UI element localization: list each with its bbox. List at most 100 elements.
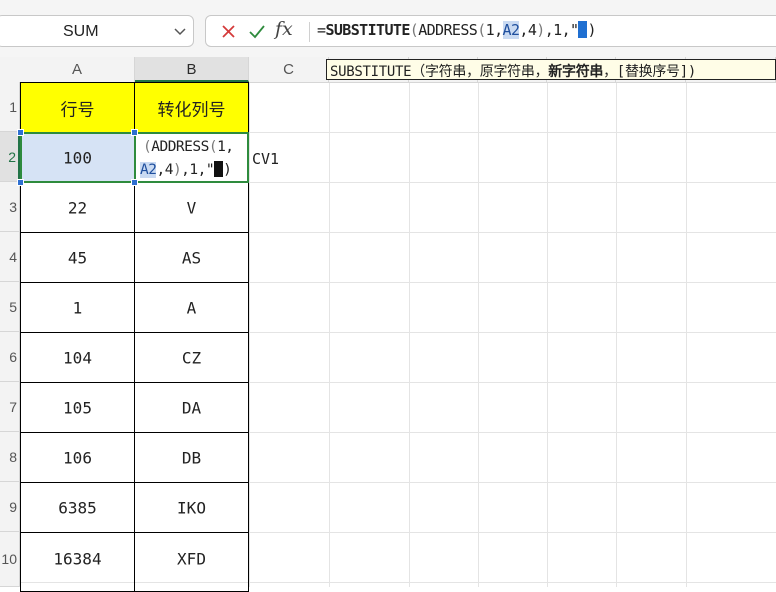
cell-b6[interactable]: CZ [134,332,249,383]
gridline [547,83,548,587]
cell-a10[interactable]: 16384 [20,532,135,592]
cell-b9[interactable]: IKO [134,482,249,533]
text-token: SUBSTITUTE [325,21,410,39]
cell-b5[interactable]: A [134,282,249,333]
cell-b1[interactable]: 转化列号 [134,82,249,133]
cell-a7[interactable]: 105 [20,382,135,433]
text-token: ,4 [156,162,173,178]
resize-handle[interactable] [17,179,24,186]
cell-a5-text: 1 [72,298,83,317]
text-token: ) [172,162,182,178]
text-token: A2 [502,21,520,39]
row-header-9[interactable]: 9 [0,482,20,532]
cell-a2-text: 100 [63,148,92,167]
row-header-7[interactable]: 7 [0,382,20,432]
gridline [478,83,479,587]
cell-b2-editor[interactable]: (ADDRESS(1, A2,4),1,") [134,132,249,183]
formula-bar-divider [309,22,310,42]
text-token: ADDRESS [418,21,478,39]
text-token: ( [477,21,486,39]
cell-a4-text: 45 [67,248,88,267]
resize-handle[interactable] [17,129,24,136]
name-box-value: SUM [63,23,99,40]
cell-a4[interactable]: 45 [20,232,135,283]
row-header-label: 9 [9,498,17,515]
cancel-icon[interactable] [218,21,240,43]
cell-b1-text: 转化列号 [157,100,226,120]
column-header-b[interactable]: B [135,57,249,82]
row-header-5[interactable]: 5 [0,282,20,332]
edit-line-1: (ADDRESS(1, [143,139,234,155]
row-header-8[interactable]: 8 [0,432,20,482]
cell-a8[interactable]: 106 [20,432,135,483]
cell-b8-text: DB [181,448,202,467]
row-header-label: 2 [8,148,16,165]
confirm-icon[interactable] [246,21,268,43]
cell-a5[interactable]: 1 [20,282,135,333]
gridline [409,83,410,587]
row-header-label: 7 [9,398,17,415]
edit-line-2: A2,4),1,") [140,160,232,178]
text-token: ( [143,139,152,155]
text-cursor [214,160,224,177]
column-header-c[interactable]: C [249,57,329,82]
cell-b3-text: V [186,198,197,217]
text-token: ) [587,21,596,39]
cell-a1-text: 行号 [60,100,95,120]
row-header-6[interactable]: 6 [0,332,20,382]
row-header-label: 10 [1,551,17,567]
function-signature-tooltip: SUBSTITUTE（字符串，原字符串，新字符串，[替换序号]) [326,59,776,80]
cell-a9-text: 6385 [58,498,97,517]
cell-b4[interactable]: AS [134,232,249,283]
text-token: ) [536,21,545,39]
name-box[interactable]: SUM [0,15,194,47]
text-token: ,4 [519,21,537,39]
cell-b10-text: XFD [177,549,206,569]
cell-a2[interactable]: 100 [20,132,135,183]
text-token: ，[替换序号]) [603,64,696,80]
row-header-label: 6 [9,348,17,365]
row-header-label: 8 [9,448,17,465]
row-header-label: 5 [9,298,17,315]
gridline [249,83,250,587]
cell-b3[interactable]: V [134,182,249,233]
column-header-a[interactable]: A [20,57,135,82]
cell-a1[interactable]: 行号 [20,82,135,133]
text-token: A2 [140,162,157,178]
cell-b10[interactable]: XFD [134,532,249,592]
text-token: ,1," [181,162,215,178]
row-header-4[interactable]: 4 [0,232,20,282]
text-token: SUBSTITUTE（字符串，原字符串， [330,64,549,80]
chevron-down-icon[interactable] [173,26,187,38]
row-header-2[interactable]: 2 [0,132,20,182]
text-token: ,1," [544,21,579,39]
formula-input[interactable]: =SUBSTITUTE(ADDRESS(1,A2,4),1,") [317,20,597,39]
cell-b6-text: CZ [181,348,202,367]
row-header-label: 1 [9,98,17,115]
cell-a3-text: 22 [67,198,88,217]
row-header-10[interactable]: 10 [0,532,20,587]
cell-b5-text: A [186,298,197,317]
text-token: ) [223,162,232,178]
text-token: ( [208,139,218,155]
resize-handle[interactable] [131,129,138,136]
insert-function-icon[interactable]: fx [275,18,293,40]
cell-a10-text: 16384 [53,549,102,569]
cell-a7-text: 105 [63,398,92,417]
cell-a6[interactable]: 104 [20,332,135,383]
row-header-1[interactable]: 1 [0,82,20,132]
text-token: 1, [485,21,503,39]
cell-b9-text: IKO [177,498,206,517]
resize-handle[interactable] [131,179,138,186]
cell-a3[interactable]: 22 [20,182,135,233]
text-token: ADDRESS [151,139,209,155]
row-header-3[interactable]: 3 [0,182,20,232]
cell-a6-text: 104 [63,348,92,367]
cell-b7[interactable]: DA [134,382,249,433]
text-token: 新字符串 [548,64,604,80]
cell-a8-text: 106 [63,448,92,467]
cell-b8[interactable]: DB [134,432,249,483]
text-token: 1, [217,139,234,155]
text-token: ( [409,21,419,39]
cell-a9[interactable]: 6385 [20,482,135,533]
